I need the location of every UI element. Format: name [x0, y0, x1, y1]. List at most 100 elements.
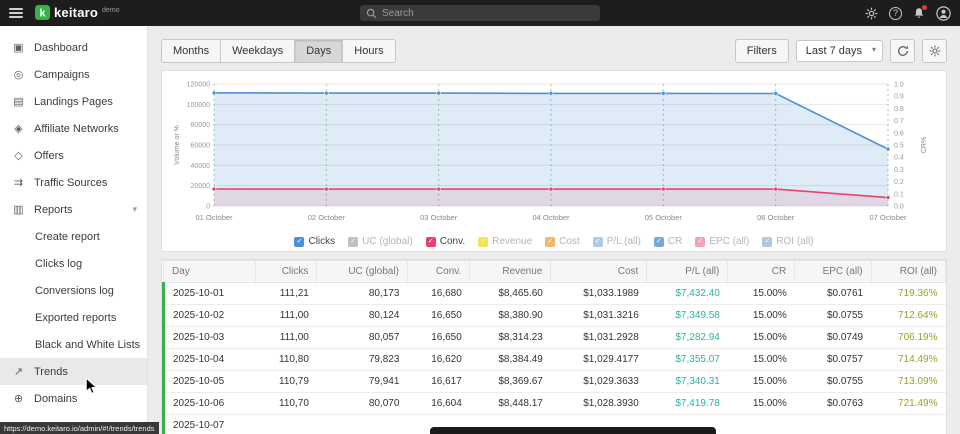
column-header-conv[interactable]: Conv.	[407, 261, 469, 283]
sidebar-item-clicks-log[interactable]: Clicks log	[0, 250, 147, 277]
sidebar-item-label: Dashboard	[34, 42, 88, 54]
svg-text:0.4: 0.4	[894, 155, 904, 162]
column-header-roi-all[interactable]: ROI (all)	[871, 261, 945, 283]
period-tabs: MonthsWeekdaysDaysHours	[161, 39, 396, 63]
sidebar-item-campaigns[interactable]: ◎Campaigns	[0, 61, 147, 88]
table-cell	[728, 415, 795, 434]
table-cell: 2025-10-06	[164, 393, 256, 415]
column-header-p-l-all[interactable]: P/L (all)	[647, 261, 728, 283]
legend-checkbox: ✓	[478, 237, 488, 247]
chart-settings-button[interactable]	[922, 39, 947, 63]
table-cell: 2025-10-04	[164, 349, 256, 371]
user-avatar[interactable]	[936, 6, 951, 21]
legend-item-p-l-all[interactable]: ✓P/L (all)	[593, 236, 641, 247]
refresh-icon	[897, 45, 909, 57]
column-header-clicks[interactable]: Clicks	[255, 261, 316, 283]
sidebar: ▣Dashboard◎Campaigns▤Landings Pages◈Affi…	[0, 26, 148, 434]
legend-item-cost[interactable]: ✓Cost	[545, 236, 580, 247]
column-header-day[interactable]: Day	[164, 261, 256, 283]
search-icon	[366, 8, 377, 19]
tab-days[interactable]: Days	[294, 39, 343, 63]
sidebar-item-black-and-white-lists[interactable]: Black and White Lists	[0, 331, 147, 358]
sidebar-item-landings-pages[interactable]: ▤Landings Pages	[0, 88, 147, 115]
column-header-cr[interactable]: CR	[728, 261, 795, 283]
table-cell: $8,380.90	[470, 305, 551, 327]
column-header-uc-global[interactable]: UC (global)	[317, 261, 408, 283]
refresh-button[interactable]	[890, 39, 915, 63]
legend-label: UC (global)	[362, 236, 413, 247]
legend-item-conv[interactable]: ✓Conv.	[426, 236, 465, 247]
table-cell: $7,355.07	[647, 349, 728, 371]
header-actions: ?	[865, 6, 951, 21]
table-cell: $0.0761	[795, 283, 871, 305]
top-header: k keitaro demo ?	[0, 0, 960, 26]
app-root: k keitaro demo ?	[0, 0, 960, 434]
filters-button[interactable]: Filters	[735, 39, 789, 63]
table-cell: 721.49%	[871, 393, 945, 415]
tab-weekdays[interactable]: Weekdays	[220, 39, 295, 63]
legend-item-roi-all[interactable]: ✓ROI (all)	[762, 236, 813, 247]
table-cell: 16,680	[407, 283, 469, 305]
sidebar-item-traffic-sources[interactable]: ⇉Traffic Sources	[0, 169, 147, 196]
menu-icon[interactable]	[9, 8, 23, 18]
column-header-epc-all[interactable]: EPC (all)	[795, 261, 871, 283]
svg-text:01 October: 01 October	[195, 213, 233, 222]
svg-text:Volume or %: Volume or %	[174, 125, 181, 165]
svg-text:05 October: 05 October	[645, 213, 683, 222]
sidebar-item-domains[interactable]: ⊕Domains	[0, 385, 147, 412]
sidebar-item-create-report[interactable]: Create report	[0, 223, 147, 250]
sidebar-item-dashboard[interactable]: ▣Dashboard	[0, 34, 147, 61]
legend-item-cr[interactable]: ✓CR	[654, 236, 682, 247]
sidebar-item-offers[interactable]: ◇Offers	[0, 142, 147, 169]
column-header-cost[interactable]: Cost	[551, 261, 647, 283]
legend-item-clicks[interactable]: ✓Clicks	[294, 236, 335, 247]
table-cell: $0.0757	[795, 349, 871, 371]
date-range-select[interactable]: Last 7 days ▾	[796, 40, 883, 62]
offers-icon: ◇	[12, 149, 25, 162]
table-cell: $1,029.4177	[551, 349, 647, 371]
table-cell: 15.00%	[728, 371, 795, 393]
tab-months[interactable]: Months	[161, 39, 221, 63]
svg-text:06 October: 06 October	[757, 213, 795, 222]
table-row[interactable]: 2025-10-02111,0080,12416,650$8,380.90$1,…	[164, 305, 946, 327]
table-cell: 111,21	[255, 283, 316, 305]
sidebar-item-trends[interactable]: ↗Trends	[0, 358, 147, 385]
sidebar-item-conversions-log[interactable]: Conversions log	[0, 277, 147, 304]
svg-text:120000: 120000	[187, 82, 210, 89]
table-cell: $8,448.17	[470, 393, 551, 415]
tab-hours[interactable]: Hours	[342, 39, 395, 63]
sidebar-item-exported-reports[interactable]: Exported reports	[0, 304, 147, 331]
sidebar-item-label: Campaigns	[34, 69, 90, 81]
sidebar-item-affiliate-networks[interactable]: ◈Affiliate Networks	[0, 115, 147, 142]
table-row[interactable]: 2025-10-04110,8079,82316,620$8,384.49$1,…	[164, 349, 946, 371]
column-header-revenue[interactable]: Revenue	[470, 261, 551, 283]
help-icon[interactable]: ?	[889, 7, 902, 20]
legend-item-uc-global[interactable]: ✓UC (global)	[348, 236, 413, 247]
legend-item-revenue[interactable]: ✓Revenue	[478, 236, 532, 247]
legend-item-epc-all[interactable]: ✓EPC (all)	[695, 236, 749, 247]
table-cell: $7,340.31	[647, 371, 728, 393]
table-cell: 79,823	[317, 349, 408, 371]
table-cell: 15.00%	[728, 327, 795, 349]
search-input[interactable]	[382, 8, 594, 19]
horizontal-scrollbar[interactable]	[430, 427, 716, 434]
table-cell: $7,419.78	[647, 393, 728, 415]
sidebar-item-label: Domains	[34, 393, 77, 405]
legend-label: Cost	[559, 236, 580, 247]
table-row[interactable]: 2025-10-06110,7080,07016,604$8,448.17$1,…	[164, 393, 946, 415]
toolbar-right: Filters Last 7 days ▾	[735, 39, 947, 63]
svg-text:60000: 60000	[191, 143, 211, 150]
traffic-sources-icon: ⇉	[12, 176, 25, 189]
notifications-bell-icon[interactable]	[913, 7, 925, 19]
reports-icon: ▥	[12, 203, 25, 216]
table-row[interactable]: 2025-10-05110,7979,94116,617$8,369.67$1,…	[164, 371, 946, 393]
table-row[interactable]: 2025-10-01111,2180,17316,680$8,465.60$1,…	[164, 283, 946, 305]
table-cell: 15.00%	[728, 305, 795, 327]
sidebar-item-reports[interactable]: ▥Reports▾	[0, 196, 147, 223]
table-cell: 16,604	[407, 393, 469, 415]
keitaro-logo[interactable]: k keitaro demo	[35, 5, 120, 21]
table-row[interactable]: 2025-10-03111,0080,05716,650$8,314.23$1,…	[164, 327, 946, 349]
settings-gear-icon[interactable]	[865, 7, 878, 20]
table-cell: 15.00%	[728, 393, 795, 415]
table-cell: 110,79	[255, 371, 316, 393]
